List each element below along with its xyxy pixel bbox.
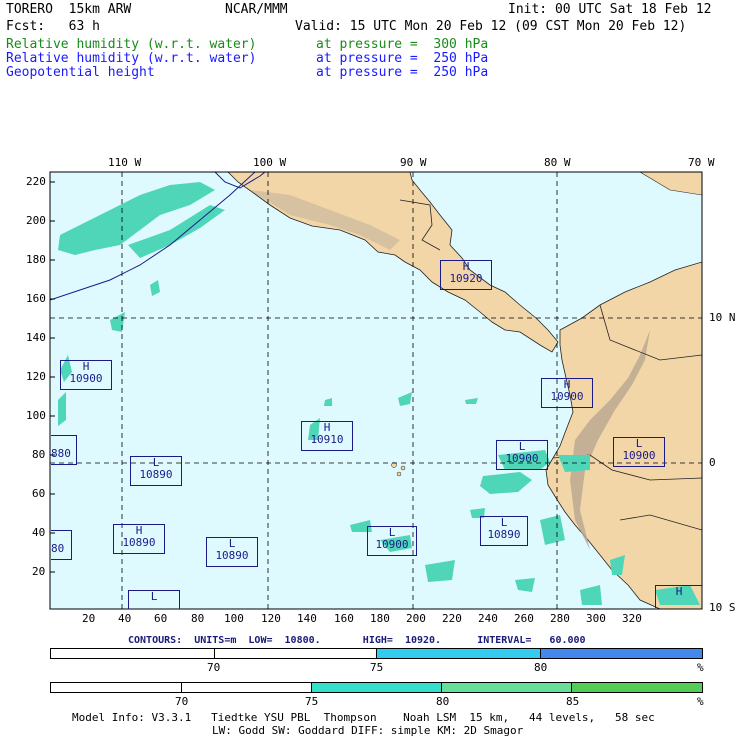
high-center-label: H 10900 (60, 360, 112, 390)
colorbar-label: % (697, 695, 704, 708)
lon-label: 80 W (544, 156, 571, 169)
x-tick-label: 240 (478, 612, 498, 625)
model-info: Model Info: V3.3.1 Tiedtke YSU PBL Thomp… (72, 711, 655, 724)
colorbar-label: 80 (534, 661, 548, 674)
colorbar-label: 75 (305, 695, 319, 708)
low-center-label: L 10900 (496, 440, 548, 470)
colorbar-segment (214, 649, 377, 658)
low-center-label: L 10890 (206, 537, 258, 567)
colorbar-label: 85 (566, 695, 580, 708)
y-tick-label: 100 (26, 409, 46, 422)
colorbar-segment (377, 649, 541, 658)
x-tick-label: 120 (261, 612, 281, 625)
y-tick-label: 60 (32, 487, 46, 500)
y-tick-label: 200 (26, 214, 46, 227)
low-center-label: L 10890 (130, 456, 182, 486)
x-tick-label: 40 (118, 612, 132, 625)
x-tick-label: 260 (514, 612, 534, 625)
x-tick-label: 220 (442, 612, 462, 625)
high-center-label: H 10910 (301, 421, 353, 451)
x-tick-label: 300 (586, 612, 606, 625)
lon-label: 100 W (253, 156, 287, 169)
model-physics: LW: Godd SW: Goddard DIFF: simple KM: 2D… (212, 724, 524, 737)
y-tick-label: 40 (32, 526, 46, 539)
low-center-label: L (128, 590, 180, 609)
y-tick-label: 180 (26, 253, 46, 266)
edge-center-label: 880 (51, 435, 77, 465)
colorbar-segment (51, 649, 215, 658)
lon-label: 90 W (400, 156, 427, 169)
lon-label: 70 W (688, 156, 715, 169)
x-tick-label: 160 (334, 612, 354, 625)
colorbar-segment (51, 683, 182, 692)
x-tick-label: 100 (224, 612, 244, 625)
lat-label: 0 (709, 456, 716, 469)
galapagos-island (396, 471, 402, 477)
galapagos-island (400, 465, 406, 471)
x-tick-label: 60 (154, 612, 168, 625)
y-tick-label: 140 (26, 331, 46, 344)
y-tick-label: 20 (32, 565, 46, 578)
high-center-label: H (655, 585, 702, 608)
x-tick-label: 80 (191, 612, 205, 625)
colorbar-segment (441, 683, 573, 692)
colorbar-300hpa (50, 682, 703, 693)
contours-info: CONTOURS: UNITS=m LOW= 10800. HIGH= 1092… (128, 635, 586, 646)
lon-label: 110 W (108, 156, 142, 169)
low-center-label: L 10900 (367, 526, 417, 556)
y-tick-label: 120 (26, 370, 46, 383)
colorbar-label: 80 (436, 695, 450, 708)
high-center-label: H 10920 (440, 260, 492, 290)
x-tick-label: 20 (82, 612, 96, 625)
colorbar-label: 70 (207, 661, 221, 674)
x-tick-label: 200 (406, 612, 426, 625)
colorbar-segment (572, 683, 702, 692)
lat-label: 10 S (709, 601, 736, 614)
colorbar-label: 70 (175, 695, 189, 708)
x-tick-label: 180 (370, 612, 390, 625)
colorbar-250hpa (50, 648, 703, 659)
colorbar-label: % (697, 661, 704, 674)
x-tick-label: 280 (550, 612, 570, 625)
y-tick-label: 80 (32, 448, 46, 461)
edge-center-label: 80 (51, 530, 72, 560)
colorbar-segment (181, 683, 313, 692)
high-center-label: H 10890 (113, 524, 165, 554)
low-center-label: L 10900 (613, 437, 665, 467)
low-center-label: L 10890 (480, 516, 528, 546)
colorbar-segment (312, 683, 442, 692)
y-tick-label: 220 (26, 175, 46, 188)
colorbar-segment (540, 649, 702, 658)
high-center-label: H 10900 (541, 378, 593, 408)
x-tick-label: 320 (622, 612, 642, 625)
y-tick-label: 160 (26, 292, 46, 305)
x-tick-label: 140 (297, 612, 317, 625)
colorbar-label: 75 (370, 661, 384, 674)
lat-label: 10 N (709, 311, 736, 324)
